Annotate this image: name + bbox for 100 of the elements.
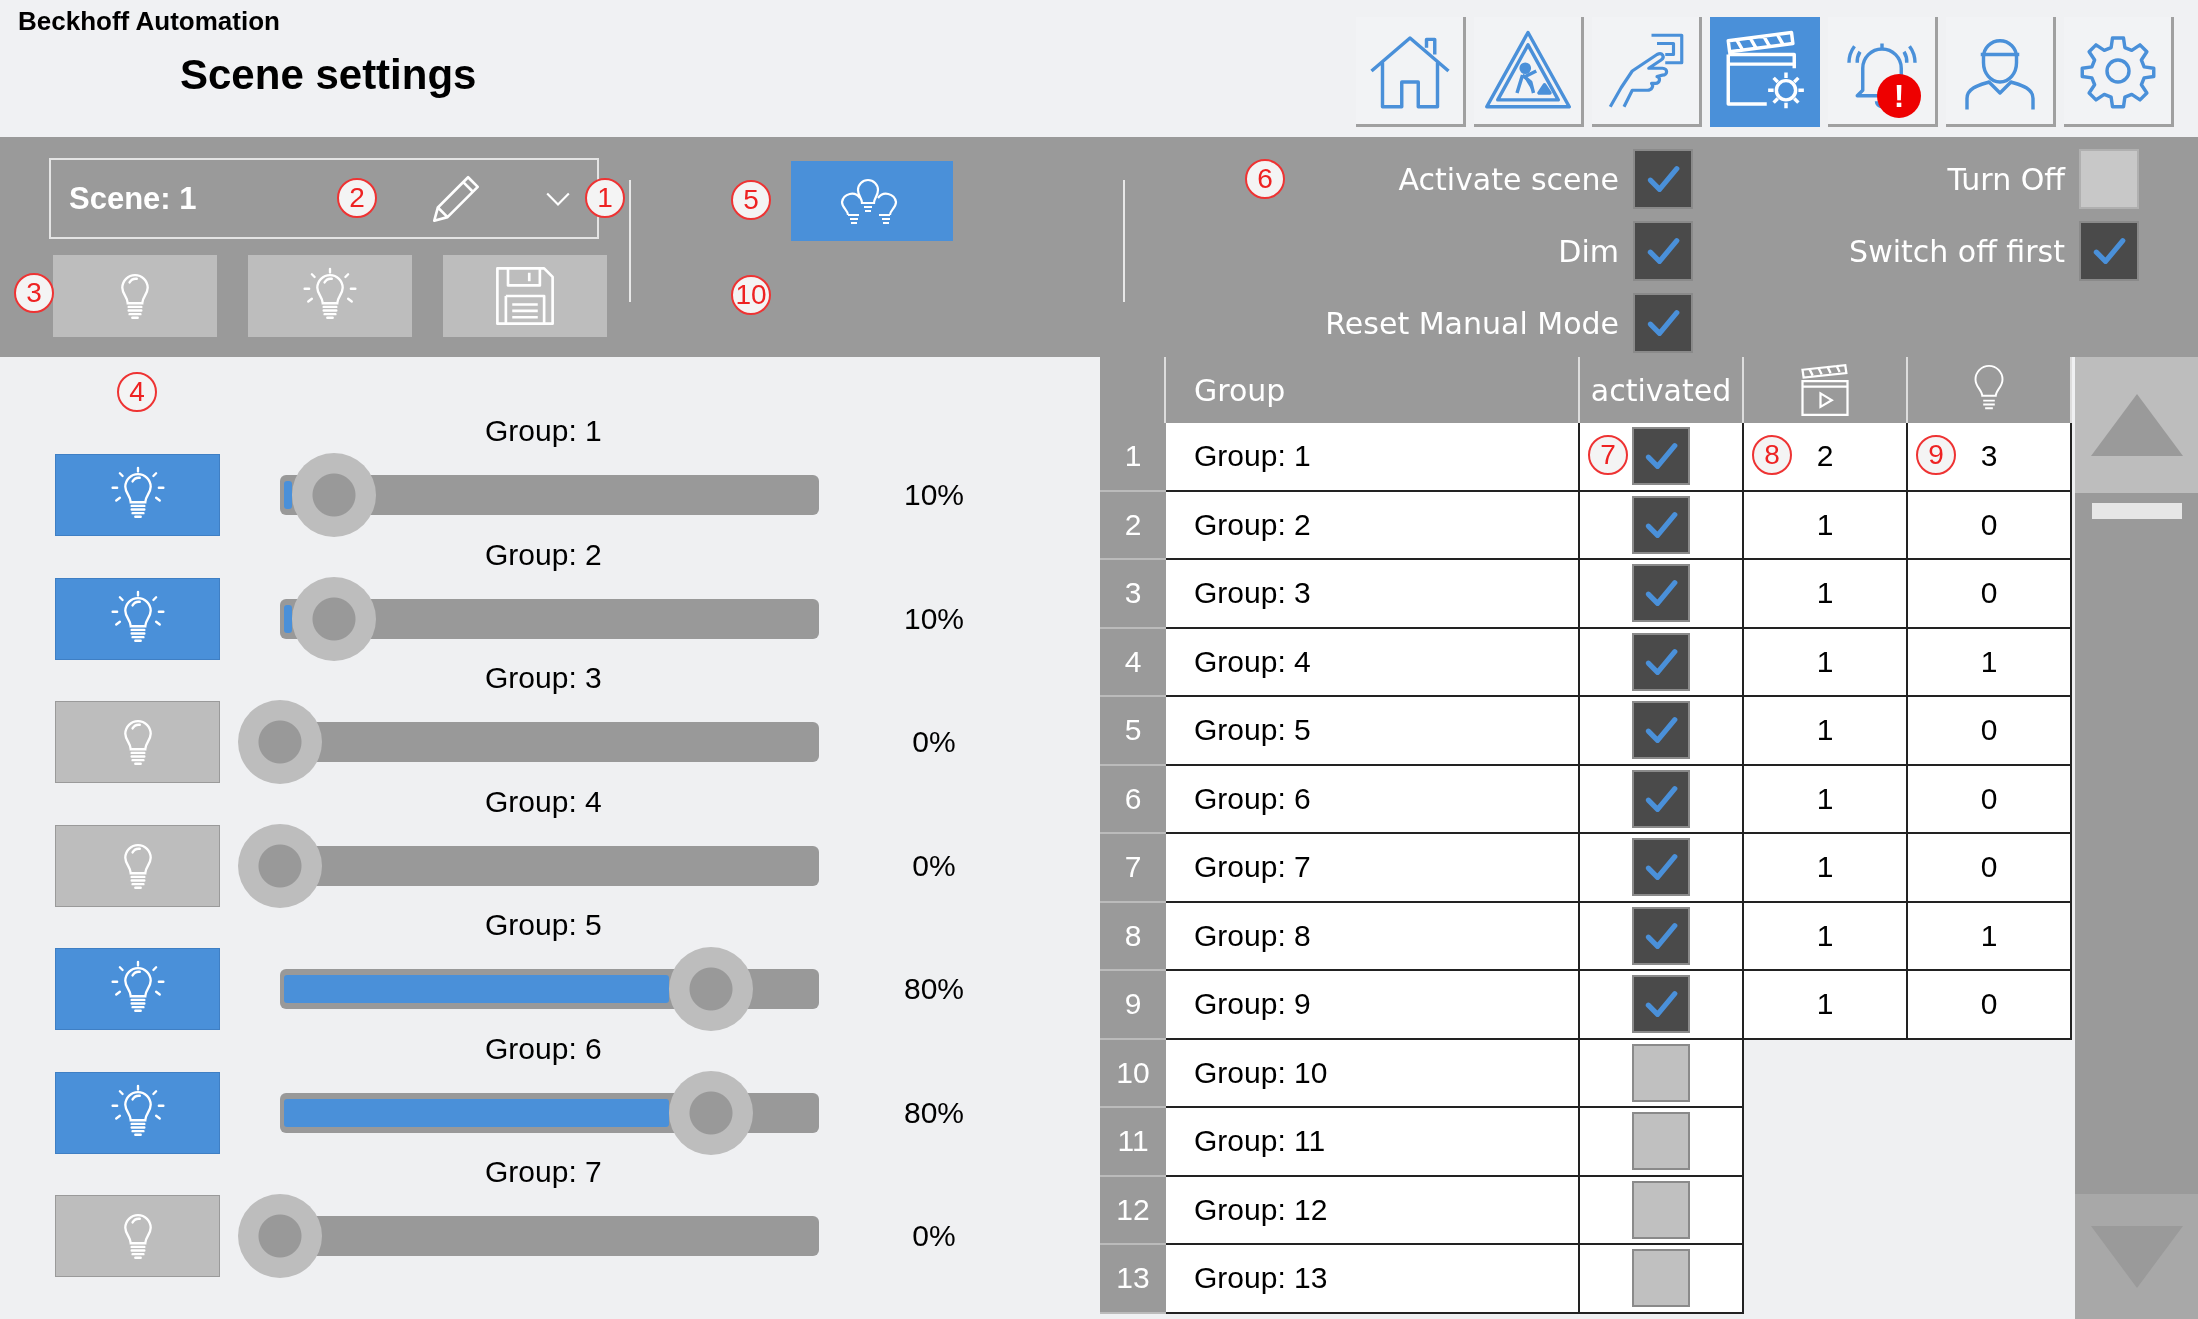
callout-marker: 8: [1752, 435, 1792, 475]
group-label: Group: 2: [485, 536, 602, 573]
callout-marker: 7: [1588, 435, 1628, 475]
checkbox[interactable]: [1632, 769, 1690, 828]
table-cell: 1: [1816, 850, 1834, 885]
table-cell: Group: 11: [1166, 1108, 1580, 1177]
table-cell: 1: [1816, 644, 1834, 679]
checkbox[interactable]: [1632, 975, 1690, 1034]
table-cell: 1: [1816, 781, 1834, 816]
lamp-on-button[interactable]: [248, 255, 412, 337]
nav-button[interactable]: [1710, 17, 1820, 127]
lamp-toggle-button[interactable]: [55, 577, 220, 660]
table-cell: Group: 7: [1166, 834, 1580, 903]
row-number: 2: [1100, 491, 1166, 560]
table-cell: 1: [1980, 644, 1998, 679]
option-label: Turn Off: [1947, 161, 2065, 197]
lamp-toggle-button[interactable]: [55, 701, 220, 783]
row-number: 5: [1100, 697, 1166, 766]
checkbox[interactable]: [1632, 1249, 1690, 1308]
level-reading: 0%: [911, 1219, 957, 1253]
group-label: Group: 4: [485, 783, 602, 820]
group-label: Group: 7: [485, 1154, 602, 1190]
row-number: 8: [1100, 902, 1166, 971]
row-number: 13: [1100, 1245, 1166, 1314]
callout-marker: 3: [14, 273, 54, 313]
option-label: Switch off first: [1849, 233, 2065, 269]
callout-marker: 6: [1245, 159, 1285, 199]
callout-marker: 4: [117, 372, 157, 412]
checkbox[interactable]: [1633, 293, 1693, 353]
checkbox[interactable]: [1632, 906, 1690, 965]
table-cell: Group: 5: [1166, 697, 1580, 766]
checkbox[interactable]: [1633, 149, 1693, 209]
scrollbar[interactable]: [2075, 357, 2198, 1319]
table-cell: Group: 2: [1166, 491, 1580, 560]
lamp-toggle-button[interactable]: [55, 454, 220, 536]
table-cell: Group: 10: [1166, 1039, 1580, 1108]
scroll-up-button[interactable]: [2075, 357, 2198, 493]
group-label: Group: 6: [485, 1030, 602, 1067]
column-header: activated: [1580, 357, 1744, 423]
table-cell: 1: [1980, 918, 1998, 953]
lamp-off-button[interactable]: [53, 255, 217, 337]
level-reading: 80%: [902, 1095, 965, 1130]
level-reading: 0%: [911, 848, 957, 883]
row-number: 9: [1100, 971, 1166, 1040]
row-number: 3: [1100, 560, 1166, 629]
callout-marker: 2: [337, 178, 377, 218]
clapperboard-icon: [1798, 363, 1852, 417]
row-number: 10: [1100, 1039, 1166, 1108]
table-cell: 0: [1980, 507, 1998, 542]
nav-button[interactable]: !: [1828, 17, 1938, 127]
lamp-toggle-button[interactable]: [55, 824, 220, 907]
company-name: Beckhoff Automation: [18, 6, 281, 37]
table-cell: 0: [1980, 713, 1998, 748]
table-cell: 0: [1980, 576, 1998, 611]
lamp-toggle-button[interactable]: [55, 1071, 220, 1154]
save-button[interactable]: [443, 255, 607, 337]
table-cell: Group: 13: [1166, 1245, 1580, 1314]
chevron-down-icon[interactable]: [545, 190, 571, 207]
checkbox[interactable]: [1632, 564, 1690, 623]
checkbox[interactable]: [1632, 1180, 1690, 1239]
table-cell: Group: 12: [1166, 1176, 1580, 1245]
table-cell: Group: 3: [1166, 560, 1580, 629]
callout-marker: 9: [1916, 435, 1956, 475]
table-cell: 0: [1980, 781, 1998, 816]
table-cell: 1: [1816, 918, 1834, 953]
group-label: Group: 5: [485, 907, 602, 943]
checkbox[interactable]: [2079, 221, 2139, 281]
table-cell: 3: [1980, 439, 1998, 474]
checkbox[interactable]: [1632, 632, 1690, 691]
row-number: 12: [1100, 1176, 1166, 1245]
checkbox[interactable]: [1632, 1043, 1690, 1102]
callout-marker: 5: [731, 180, 771, 220]
checkbox[interactable]: [1632, 838, 1690, 897]
table-cell: 1: [1816, 507, 1834, 542]
lamp-toggle-button[interactable]: [55, 1195, 220, 1277]
row-number: 4: [1100, 628, 1166, 697]
table-cell: Group: 8: [1166, 902, 1580, 971]
option-label: Dim: [1558, 233, 1619, 269]
group-label: Group: 1: [485, 413, 602, 449]
table-cell: Group: 1: [1166, 423, 1580, 492]
table-cell: 1: [1816, 987, 1834, 1022]
option-label: Reset Manual Mode: [1325, 305, 1619, 341]
level-reading: 0%: [911, 725, 957, 759]
checkbox[interactable]: [1632, 1112, 1690, 1171]
row-number: 1: [1100, 423, 1166, 492]
lamp-toggle-button[interactable]: [55, 948, 220, 1030]
table-cell: 1: [1816, 576, 1834, 611]
group-label: Group: 3: [485, 660, 602, 696]
checkbox[interactable]: [2079, 149, 2139, 209]
alert-badge: !: [1877, 74, 1921, 118]
checkbox[interactable]: [1633, 221, 1693, 281]
level-reading: 10%: [902, 478, 965, 512]
checkbox[interactable]: [1632, 701, 1690, 760]
table-cell: 0: [1980, 850, 1998, 885]
checkbox[interactable]: [1632, 427, 1690, 486]
page-title: Scene settings: [180, 51, 477, 99]
scrollbar-thumb[interactable]: [2091, 503, 2182, 519]
all-lamps-button[interactable]: [791, 161, 953, 241]
table-cell: 1: [1816, 713, 1834, 748]
checkbox[interactable]: [1632, 495, 1690, 554]
